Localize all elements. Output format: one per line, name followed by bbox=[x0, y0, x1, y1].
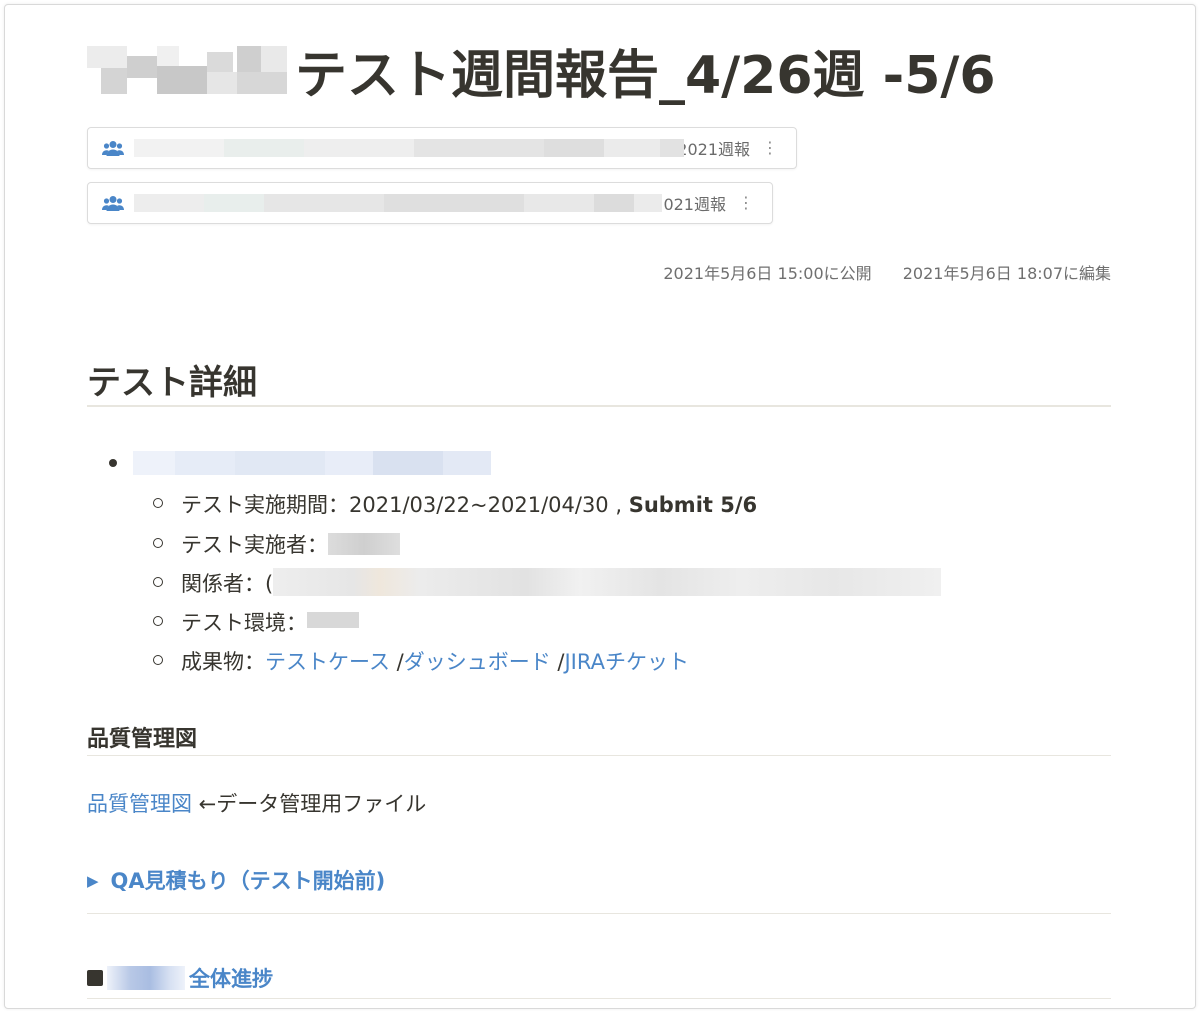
group-icon bbox=[102, 195, 124, 211]
heading-divider bbox=[87, 755, 1111, 756]
link-separator: / bbox=[389, 650, 404, 674]
qa-estimate-label: QA見積もり（テスト開始前) bbox=[110, 869, 386, 893]
test-environment-label: テスト環境： bbox=[181, 611, 307, 635]
test-executor-label: テスト実施者： bbox=[181, 533, 328, 557]
sub-bullet-icon bbox=[153, 616, 163, 626]
sub-bullet-icon bbox=[153, 577, 163, 587]
redacted-stakeholders bbox=[273, 568, 942, 596]
deliverables: 成果物：テストケース /ダッシュボード /JIRAチケット bbox=[181, 646, 689, 676]
section-divider bbox=[87, 913, 1111, 914]
test-period-text: テスト実施期間：2021/03/22~2021/04/30 , bbox=[181, 493, 629, 517]
group-icon bbox=[102, 140, 124, 156]
deliverables-label: 成果物： bbox=[181, 650, 265, 674]
page-title-row: テスト週間報告_4/26週 -5/6 bbox=[87, 35, 996, 106]
quality-chart-note: ←データ管理用ファイル bbox=[192, 792, 427, 816]
heading-divider bbox=[87, 405, 1111, 407]
more-menu-icon[interactable]: ⋮ bbox=[738, 195, 754, 211]
section-divider bbox=[87, 998, 1111, 999]
redacted-executor bbox=[328, 533, 400, 555]
page-title: テスト週間報告_4/26週 -5/6 bbox=[295, 45, 996, 106]
overall-progress-link[interactable]: 全体進捗 bbox=[189, 963, 273, 993]
stakeholders-label: 関係者：( bbox=[181, 572, 274, 596]
sub-bullet-icon bbox=[153, 655, 163, 665]
test-environment: テスト環境： bbox=[181, 607, 359, 637]
sub-bullet-icon bbox=[153, 498, 163, 508]
published-timestamp: 2021年5月6日 15:00に公開 bbox=[663, 264, 872, 283]
toggle-arrow-icon[interactable]: ▶ bbox=[87, 872, 99, 890]
bullet-icon bbox=[109, 459, 117, 467]
test-executor: テスト実施者： bbox=[181, 529, 400, 559]
redacted-link-text bbox=[134, 194, 662, 212]
redacted-link-text bbox=[134, 139, 684, 157]
redacted-environment bbox=[307, 612, 359, 628]
dashboard-link[interactable]: ダッシュボード bbox=[404, 650, 551, 674]
square-bullet-icon bbox=[87, 970, 103, 986]
page-content: テスト週間報告_4/26週 -5/6 t/2021週報 ⋮:/2021週報 ⋮… bbox=[5, 5, 1195, 1008]
page-meta: 2021年5月6日 15:00に公開 2021年5月6日 18:07に編集 bbox=[663, 260, 1111, 284]
linked-page-card-1[interactable]: t/2021週報 ⋮ bbox=[87, 127, 797, 169]
link-separator: / bbox=[550, 650, 565, 674]
qa-estimate-toggle[interactable]: ▶ QA見積もり（テスト開始前) bbox=[87, 865, 385, 895]
jira-ticket-link[interactable]: JIRAチケット bbox=[564, 650, 689, 674]
page-frame: テスト週間報告_4/26週 -5/6 t/2021週報 ⋮:/2021週報 ⋮… bbox=[4, 4, 1196, 1009]
quality-chart-line: 品質管理図 ←データ管理用ファイル bbox=[87, 788, 426, 818]
redacted-title-prefix bbox=[87, 42, 287, 98]
test-case-link[interactable]: テストケース bbox=[265, 650, 390, 674]
quality-chart-link[interactable]: 品質管理図 bbox=[87, 792, 192, 816]
section-heading-quality-chart: 品質管理図 bbox=[87, 727, 198, 752]
stakeholders: 関係者：( bbox=[181, 568, 942, 598]
linked-page-card-2[interactable]: :/2021週報 ⋮ bbox=[87, 182, 773, 224]
sub-bullet-icon bbox=[153, 538, 163, 548]
overall-progress-row: 全体進捗 bbox=[87, 963, 273, 993]
section-heading-test-detail: テスト詳細 bbox=[87, 363, 257, 403]
redacted-report-link[interactable] bbox=[133, 451, 491, 475]
edited-timestamp: 2021年5月6日 18:07に編集 bbox=[902, 264, 1111, 283]
submit-date: Submit 5/6 bbox=[628, 493, 758, 517]
test-period: テスト実施期間：2021/03/22~2021/04/30 , Submit 5… bbox=[181, 489, 757, 519]
more-menu-icon[interactable]: ⋮ bbox=[762, 140, 778, 156]
redacted-project-name bbox=[107, 966, 185, 990]
